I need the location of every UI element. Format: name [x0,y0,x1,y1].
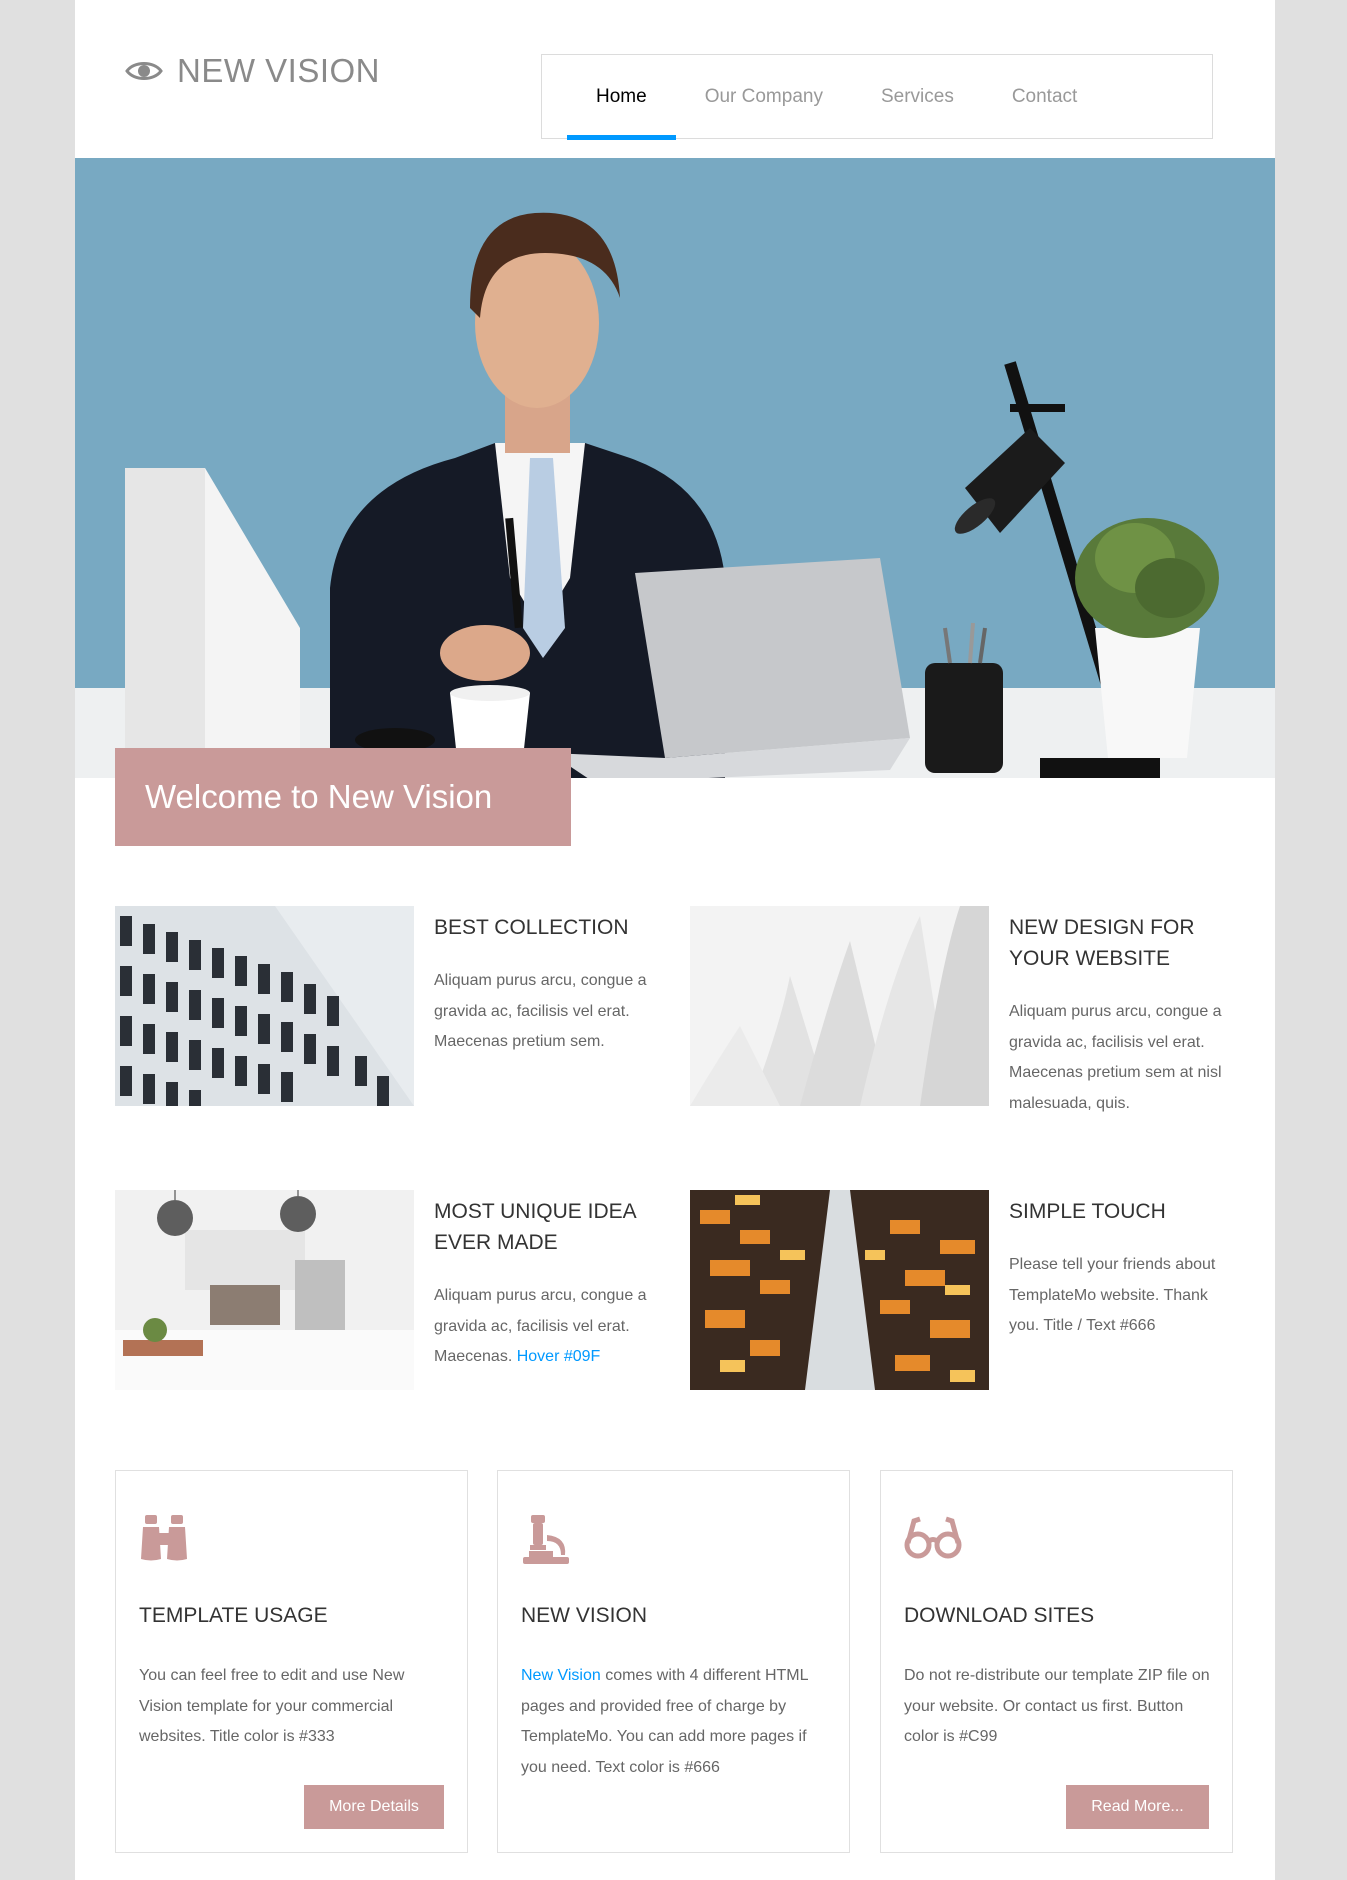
nav-our-company[interactable]: Our Company [676,54,852,139]
feature-unique-idea: MOST UNIQUE IDEA EVER MADE Aliquam purus… [115,1190,675,1400]
hero-image [75,158,1275,778]
feature-text: Aliquam purus arcu, congue a gravida ac,… [1009,1003,1222,1112]
nav-home[interactable]: Home [567,54,676,140]
card-download-sites: DOWNLOAD SITES Do not re-distribute our … [880,1470,1233,1853]
feature-text: Aliquam purus arcu, congue a gravida ac,… [434,1287,647,1365]
feature-simple-touch: SIMPLE TOUCH Please tell your friends ab… [690,1190,1250,1400]
new-vision-link[interactable]: New Vision [521,1667,601,1684]
feature-new-design: NEW DESIGN FOR YOUR WEBSITE Aliquam puru… [690,906,1250,1116]
card-text: You can feel free to edit and use New Vi… [139,1667,405,1745]
card-new-vision: NEW VISION New Vision comes with 4 diffe… [497,1470,850,1853]
card-title: NEW VISION [521,1604,648,1627]
nav-services[interactable]: Services [852,54,983,139]
building-facade-image [115,906,414,1106]
binoculars-icon [139,1515,189,1566]
feature-text: Please tell your friends about TemplateM… [1009,1256,1216,1334]
logo[interactable]: NEW VISION [125,52,380,90]
feature-title: BEST COLLECTION [434,916,629,939]
logo-text: NEW VISION [177,52,381,89]
card-text: New Vision comes with 4 different HTML p… [521,1667,808,1776]
card-template-usage: TEMPLATE USAGE You can feel free to edit… [115,1470,468,1853]
hover-link[interactable]: Hover #09F [517,1348,601,1365]
feature-title: MOST UNIQUE IDEA EVER MADE [434,1200,636,1254]
glasses-icon [904,1515,962,1566]
feature-title: SIMPLE TOUCH [1009,1200,1166,1223]
skyscrapers-image [690,1190,989,1390]
microscope-icon [521,1515,571,1570]
eye-icon [125,62,163,80]
card-title: DOWNLOAD SITES [904,1604,1095,1627]
feature-best-collection: BEST COLLECTION Aliquam purus arcu, cong… [115,906,675,1116]
page: NEW VISION Home Our Company Services Con… [75,0,1275,1880]
welcome-title: Welcome to New Vision [145,778,493,815]
feature-text: Aliquam purus arcu, congue a gravida ac,… [434,972,647,1050]
white-architecture-image [690,906,989,1106]
kitchen-image [115,1190,414,1390]
main-nav: Home Our Company Services Contact [541,54,1213,140]
more-details-button[interactable]: More Details [304,1785,444,1829]
feature-title: NEW DESIGN FOR YOUR WEBSITE [1009,916,1195,970]
welcome-banner: Welcome to New Vision [115,748,571,846]
card-text: Do not re-distribute our template ZIP fi… [904,1667,1210,1745]
nav-contact[interactable]: Contact [983,54,1106,139]
card-title: TEMPLATE USAGE [139,1604,328,1627]
read-more-button[interactable]: Read More... [1066,1785,1209,1829]
